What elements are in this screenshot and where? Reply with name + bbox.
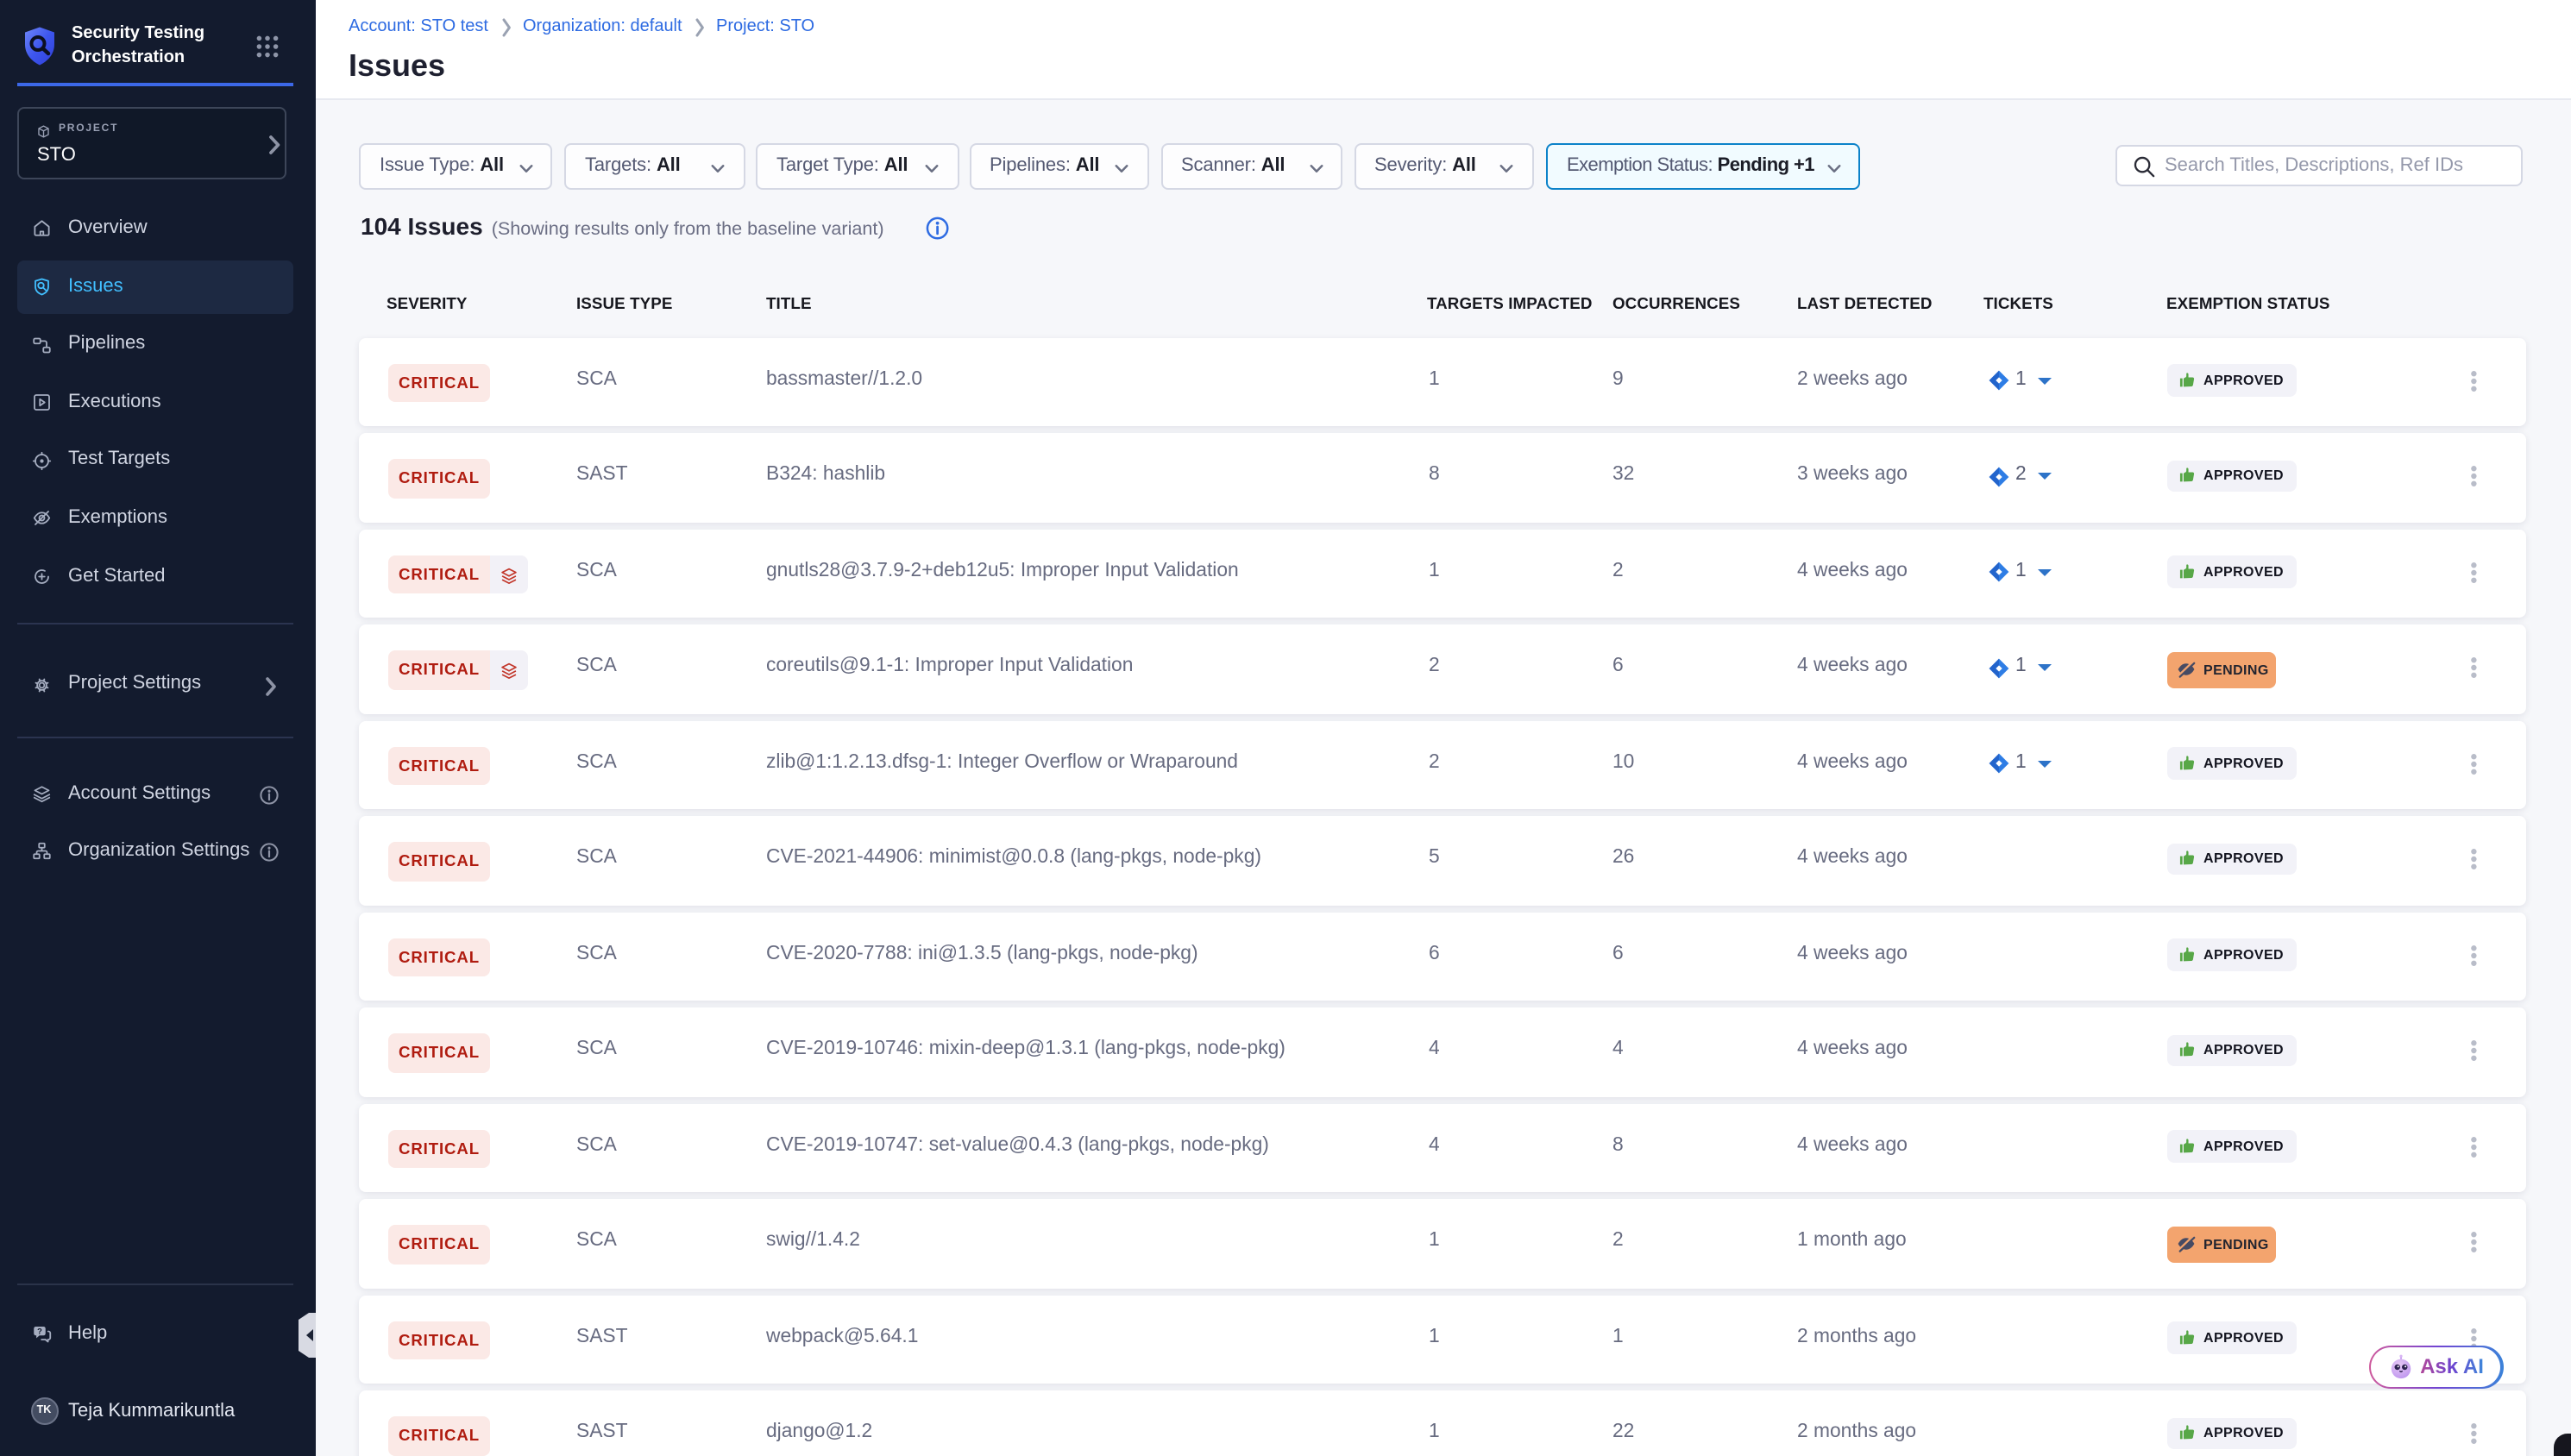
svg-text:?: ?	[37, 1327, 42, 1335]
